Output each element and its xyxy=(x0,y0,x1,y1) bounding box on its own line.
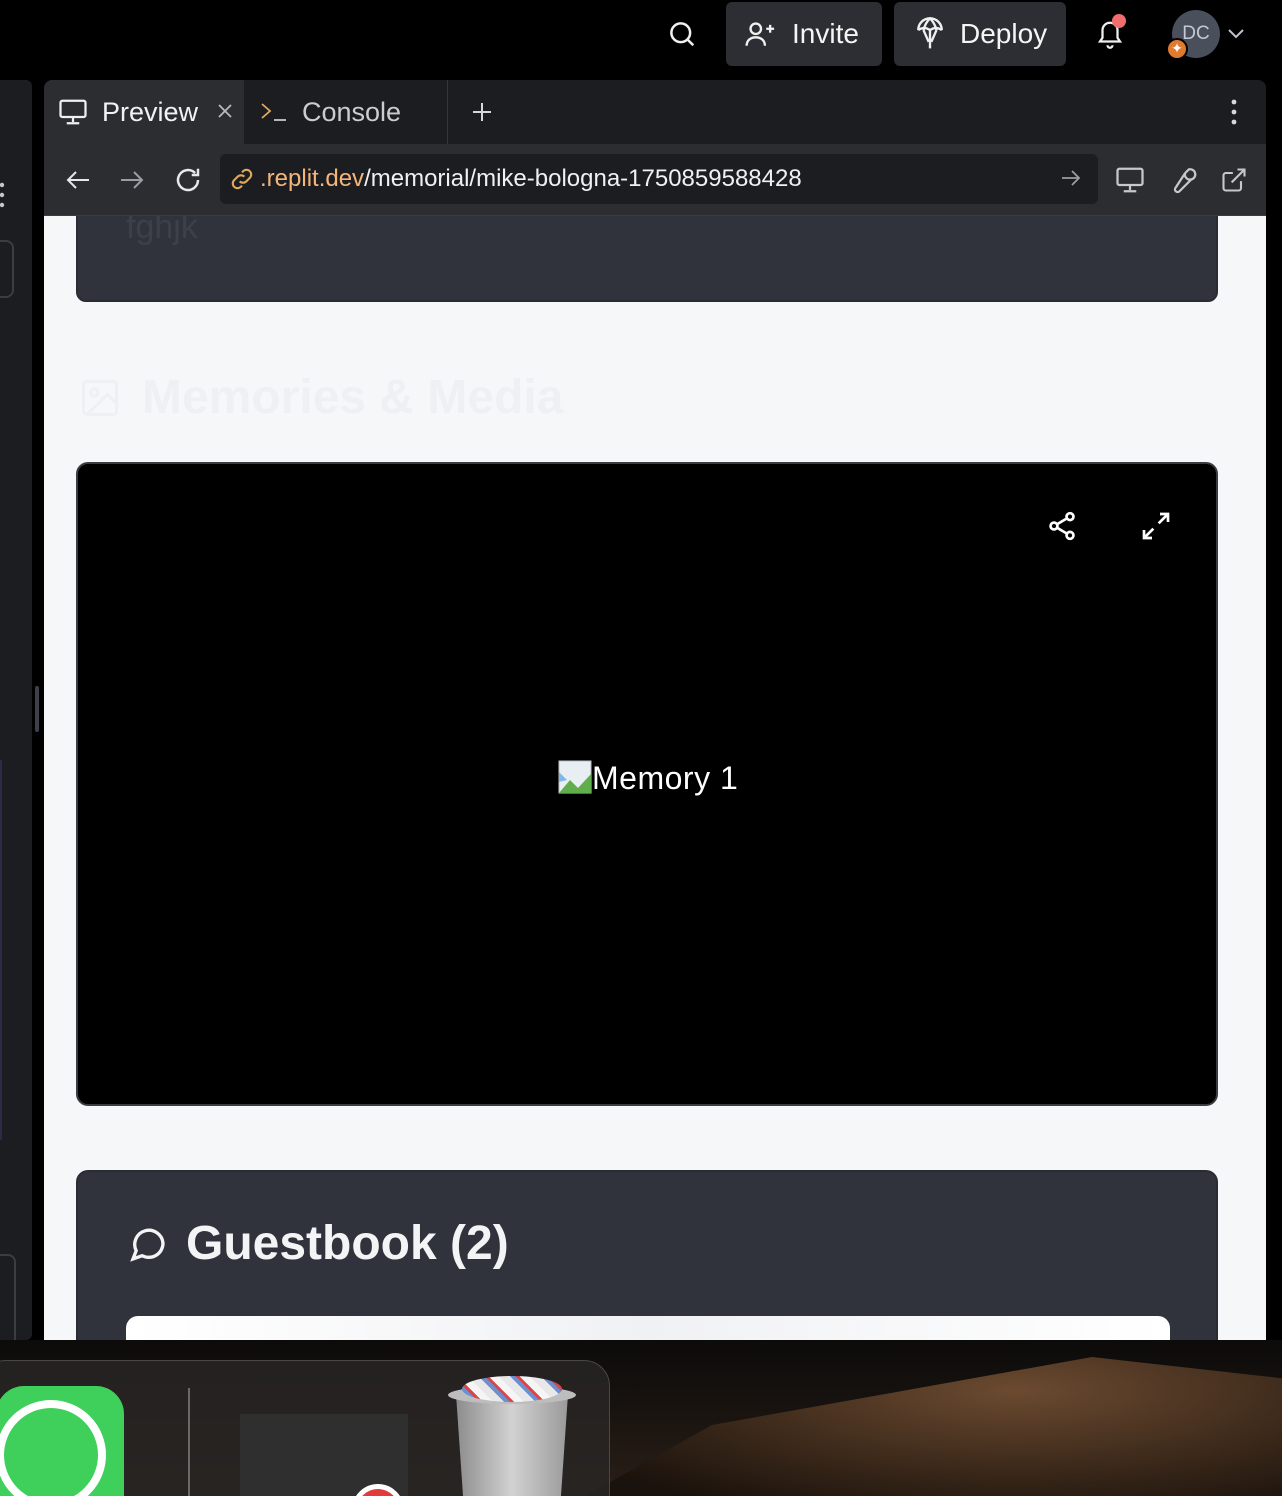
url-host: .replit.dev xyxy=(260,165,365,192)
expand-icon[interactable] xyxy=(1136,506,1176,546)
whatsapp-app-icon[interactable] xyxy=(0,1386,124,1496)
trash-papers xyxy=(462,1376,562,1402)
invite-button[interactable]: Invite xyxy=(726,2,882,66)
message-circle-icon xyxy=(130,1228,165,1262)
arrow-right-icon[interactable] xyxy=(114,162,150,198)
guestbook-title: Guestbook (2) xyxy=(128,1216,509,1271)
add-user-icon xyxy=(745,22,775,46)
trash-can-body xyxy=(456,1394,568,1496)
media-viewer[interactable]: Memory 1 xyxy=(76,462,1218,1106)
resize-handle[interactable] xyxy=(35,686,39,732)
deploy-label: Deploy xyxy=(960,18,1048,49)
deploy-icon xyxy=(917,17,943,49)
wrench-icon[interactable] xyxy=(1164,162,1200,198)
preview-pane: Preview Console .replit.dev/memorial/mik xyxy=(44,80,1266,1340)
arrow-left-icon[interactable] xyxy=(60,162,96,198)
notifications-button[interactable] xyxy=(1090,12,1130,56)
avatar-initials: DC xyxy=(1182,23,1210,44)
left-panel-divider xyxy=(0,760,2,1140)
new-tab-plus-icon[interactable] xyxy=(464,94,500,130)
info-card: fghjk xyxy=(76,216,1218,302)
section-heading-memories: Memories & Media xyxy=(78,370,563,425)
deploy-button[interactable]: Deploy xyxy=(894,2,1066,66)
terminal-icon xyxy=(261,103,286,121)
memory-image[interactable]: Memory 1 xyxy=(558,760,738,797)
monitor-icon xyxy=(59,99,87,125)
guestbook-entry xyxy=(126,1316,1170,1340)
reload-icon[interactable] xyxy=(170,162,206,198)
tab-console[interactable]: Console xyxy=(246,80,448,144)
address-bar: .replit.dev/memorial/mike-bologna-175085… xyxy=(44,144,1266,216)
image-icon xyxy=(82,379,118,416)
url-path: /memorial/mike-bologna-1750859588428 xyxy=(364,165,802,192)
left-panel-edge xyxy=(0,80,32,1404)
trash-icon[interactable] xyxy=(448,1376,576,1496)
top-bar: Invite Deploy DC ✦ xyxy=(0,0,1282,70)
more-vertical-icon[interactable] xyxy=(0,180,8,210)
tab-preview-label: Preview xyxy=(102,96,199,127)
tab-bar: Preview Console xyxy=(44,80,1266,144)
section-heading-text: Memories & Media xyxy=(142,371,564,424)
whatsapp-bubble-icon xyxy=(0,1400,106,1496)
chevron-down-icon[interactable] xyxy=(1226,22,1246,46)
info-card-text: fghjk xyxy=(126,216,198,246)
link-icon xyxy=(231,168,253,190)
notification-dot xyxy=(1112,14,1126,28)
go-arrow-icon[interactable] xyxy=(1060,167,1082,189)
memory-image-alt: Memory 1 xyxy=(592,760,739,796)
open-external-icon[interactable] xyxy=(1216,162,1252,198)
desktop-background xyxy=(0,1340,1282,1496)
avatar[interactable]: DC ✦ xyxy=(1166,10,1220,60)
more-vertical-icon[interactable] xyxy=(1222,94,1246,130)
url-field[interactable]: .replit.dev/memorial/mike-bologna-175085… xyxy=(220,154,1098,204)
guestbook-title-text: Guestbook (2) xyxy=(186,1217,509,1270)
tab-console-label: Console xyxy=(302,96,402,127)
close-icon[interactable] xyxy=(214,100,236,122)
search-icon[interactable] xyxy=(660,12,704,56)
device-preview-icon[interactable] xyxy=(1112,162,1148,198)
broken-image-icon xyxy=(558,760,592,794)
wallpaper-hill xyxy=(560,1357,1282,1496)
invite-label: Invite xyxy=(792,18,859,49)
page-viewport[interactable]: fghjk Memories & Media Memory 1 Guestboo… xyxy=(44,216,1266,1340)
dock-divider xyxy=(188,1388,190,1496)
tab-separator xyxy=(447,80,448,144)
avatar-badge-icon: ✦ xyxy=(1166,38,1188,60)
share-icon[interactable] xyxy=(1042,506,1082,546)
left-panel-input[interactable] xyxy=(0,240,14,298)
guestbook-card: Guestbook (2) xyxy=(76,1170,1218,1340)
